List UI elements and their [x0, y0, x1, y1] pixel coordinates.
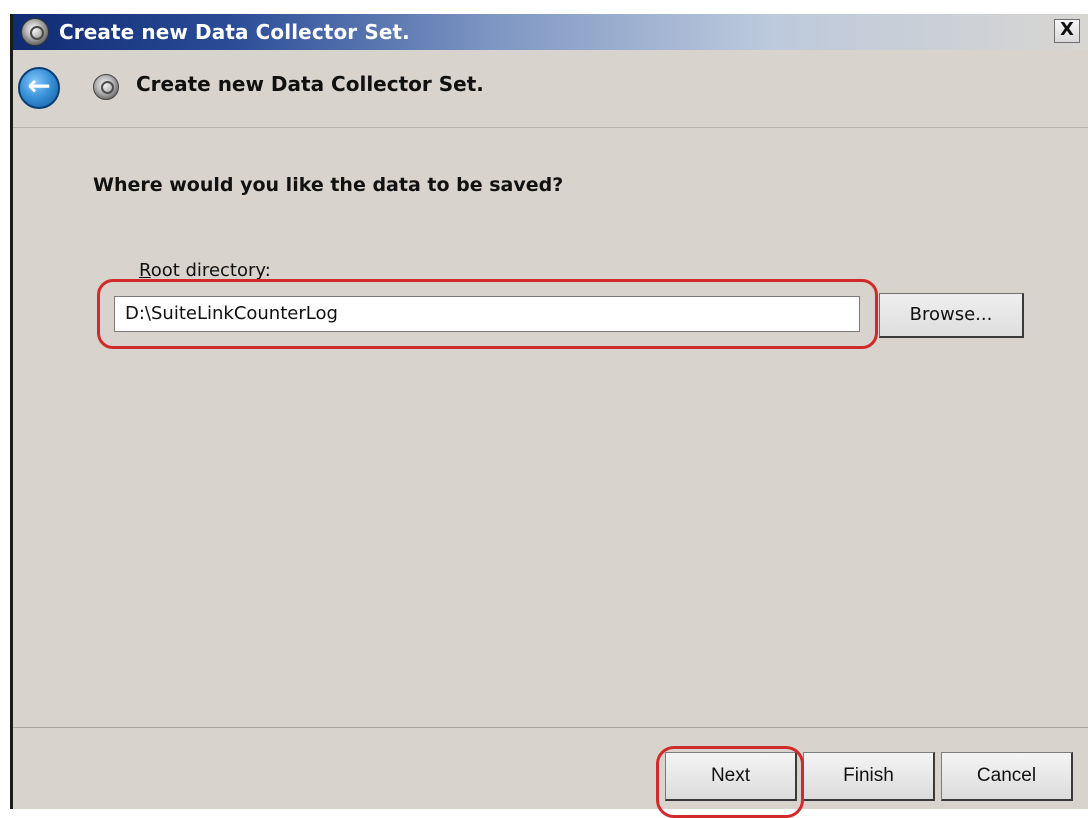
wizard-footer: Next Finish Cancel [13, 728, 1088, 818]
page-title: Create new Data Collector Set. [136, 72, 484, 96]
window-title: Create new Data Collector Set. [59, 20, 410, 44]
finish-button[interactable]: Finish [803, 752, 935, 801]
save-location-question: Where would you like the data to be save… [93, 174, 564, 196]
root-directory-label: Root directory: [139, 260, 271, 281]
data-collector-icon [21, 18, 49, 46]
cancel-button[interactable]: Cancel [941, 752, 1073, 801]
browse-button[interactable]: Browse... [879, 293, 1024, 338]
close-button[interactable]: X [1054, 19, 1080, 43]
next-button[interactable]: Next [665, 752, 797, 801]
wizard-header: ← Create new Data Collector Set. [13, 50, 1088, 128]
back-arrow-icon[interactable]: ← [18, 67, 60, 109]
root-directory-input[interactable]: D:\SuiteLinkCounterLog [114, 296, 860, 332]
title-bar: Create new Data Collector Set. X [13, 14, 1088, 50]
root-directory-label-hotkey: R [139, 260, 151, 281]
create-data-collector-set-window: Create new Data Collector Set. X ← Creat… [10, 14, 1088, 818]
root-directory-label-text: oot directory: [150, 260, 271, 281]
data-collector-icon [93, 74, 119, 100]
wizard-content: Where would you like the data to be save… [13, 128, 1088, 726]
